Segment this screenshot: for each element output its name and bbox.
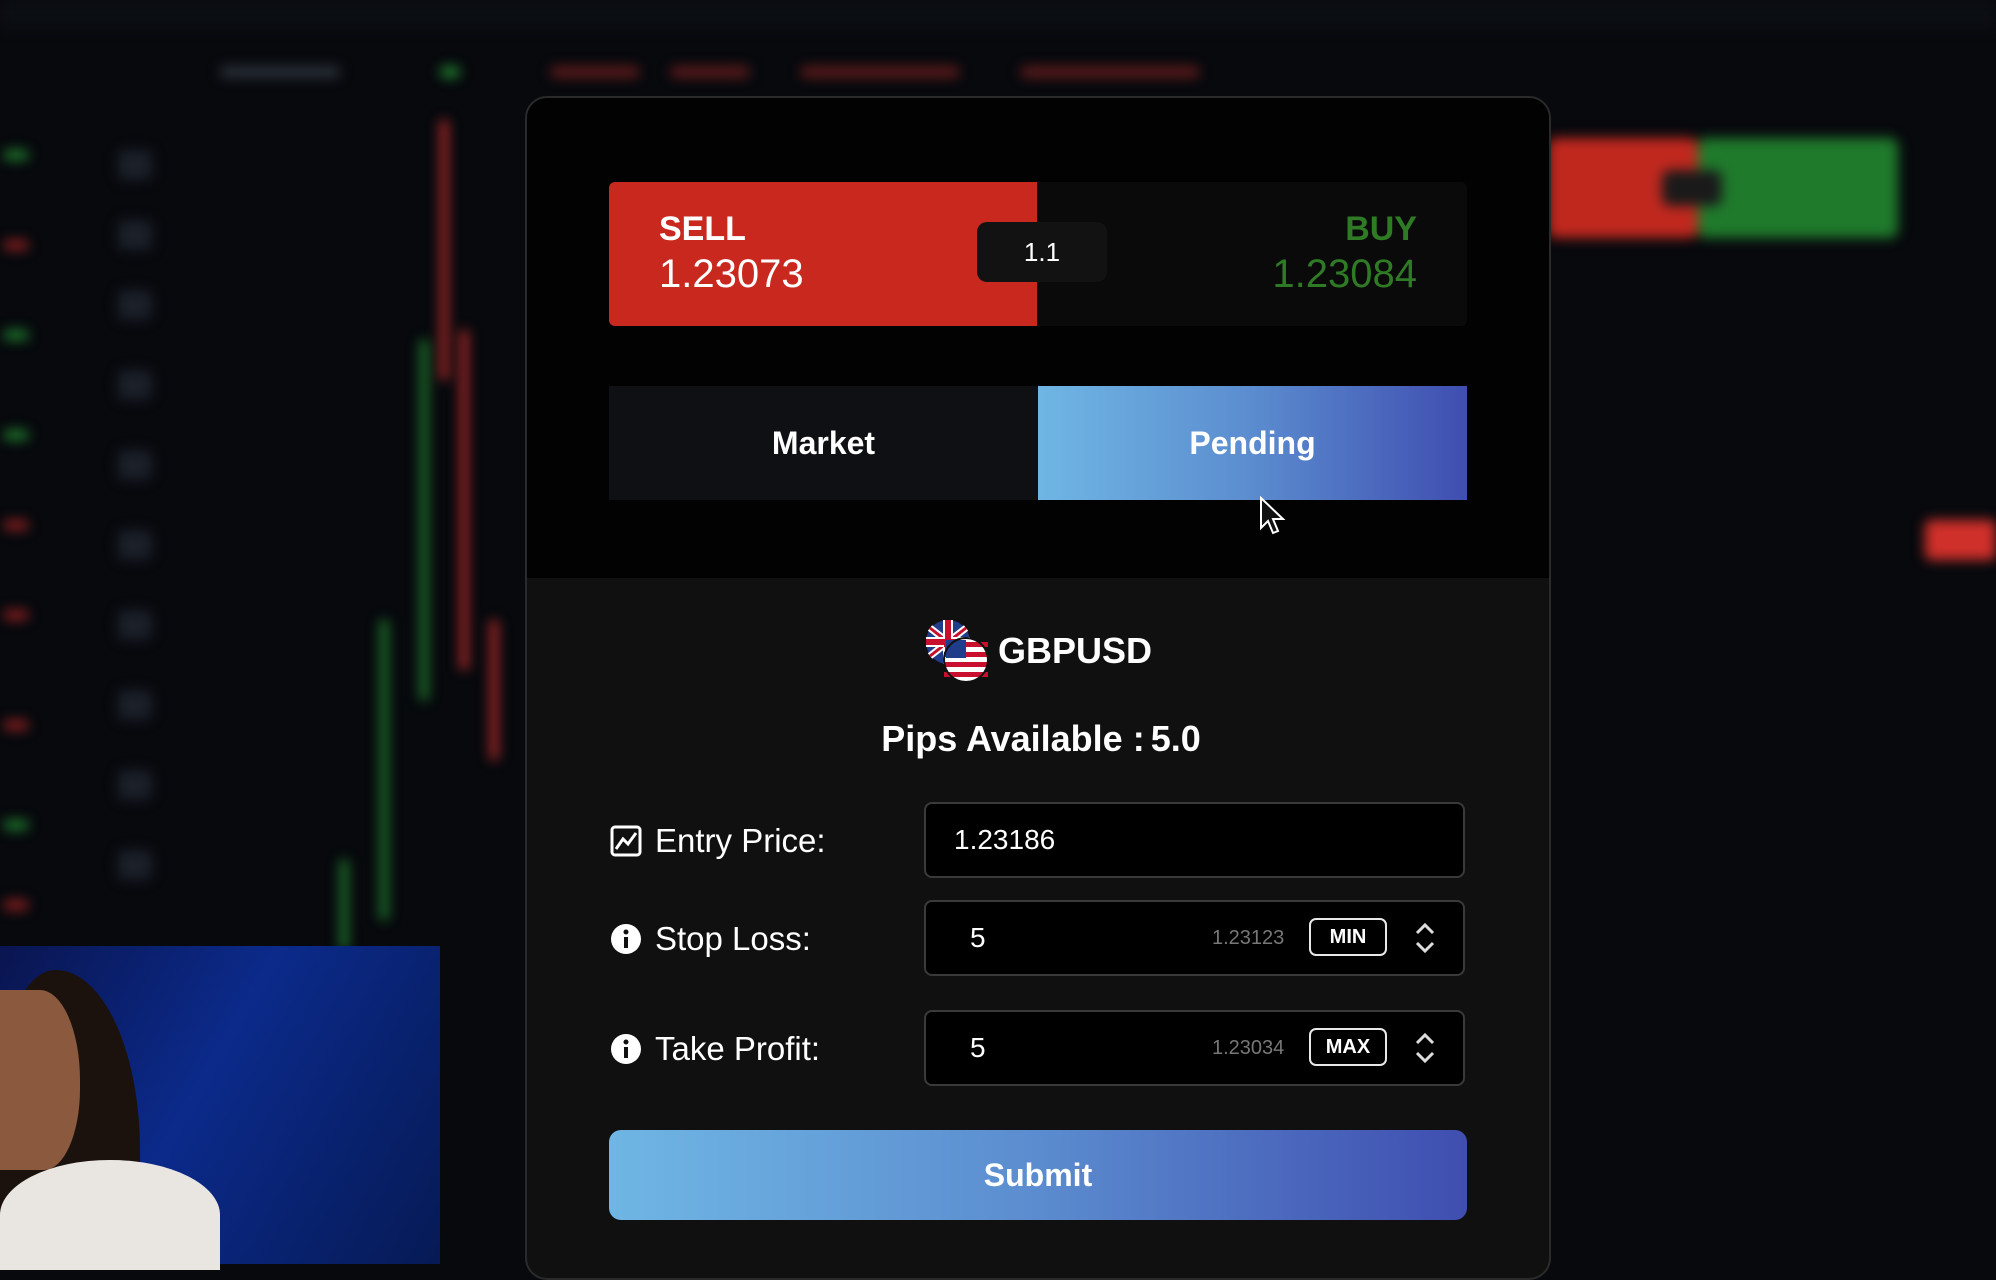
entry-price-input[interactable]: 1.23186 xyxy=(924,802,1465,878)
tab-pending[interactable]: Pending xyxy=(1038,386,1467,500)
info-icon xyxy=(609,922,643,956)
stepper-icon[interactable] xyxy=(1412,918,1438,958)
stop-loss-label: Stop Loss: xyxy=(655,920,811,957)
candle xyxy=(420,340,428,700)
candle xyxy=(490,620,498,760)
stepper-icon[interactable] xyxy=(1412,1028,1438,1068)
stop-loss-row: Stop Loss: 5 1.23123 MIN xyxy=(609,900,1467,978)
candle xyxy=(380,620,388,920)
tab-market[interactable]: Market xyxy=(609,386,1038,500)
buy-price: 1.23084 xyxy=(1272,252,1417,296)
mouse-cursor-icon xyxy=(1260,496,1286,535)
stop-loss-label-group: Stop Loss: xyxy=(609,900,811,978)
candle xyxy=(340,860,348,950)
take-profit-label: Take Profit: xyxy=(655,1030,821,1067)
pips-label: Pips Available : xyxy=(881,718,1145,759)
order-panel-header xyxy=(527,98,1549,578)
chart-spread-widget xyxy=(1662,170,1722,206)
buy-label: BUY xyxy=(1345,210,1417,248)
sell-price: 1.23073 xyxy=(659,252,804,296)
symbol-header: GBPUSD xyxy=(527,618,1549,684)
sell-button[interactable]: SELL 1.23073 xyxy=(609,182,1037,326)
pips-value: 5.0 xyxy=(1150,718,1201,759)
currency-pair-flags-icon xyxy=(925,620,989,683)
take-profit-label-group: Take Profit: xyxy=(609,1010,820,1088)
us-flag-icon xyxy=(942,637,989,683)
chart-topbar xyxy=(0,0,1996,30)
entry-price-value: 1.23186 xyxy=(954,824,1056,855)
order-type-tabs: Market Pending xyxy=(609,386,1467,500)
entry-price-row: Entry Price: 1.23186 xyxy=(609,802,1467,880)
chart-header-row xyxy=(200,62,1300,84)
entry-price-label: Entry Price: xyxy=(655,822,826,859)
chart-buy-widget xyxy=(1698,138,1898,238)
candle xyxy=(460,330,468,670)
min-button[interactable]: MIN xyxy=(1309,918,1387,956)
stop-loss-value: 5 xyxy=(970,922,986,953)
max-button[interactable]: MAX xyxy=(1309,1028,1387,1066)
stop-loss-input[interactable]: 5 1.23123 MIN xyxy=(924,900,1465,976)
trade-bar: SELL 1.23073 1.1 BUY 1.23084 xyxy=(609,182,1467,326)
submit-button[interactable]: Submit xyxy=(609,1130,1467,1220)
order-panel: SELL 1.23073 1.1 BUY 1.23084 Market Pend… xyxy=(525,96,1551,1280)
presenter-image xyxy=(0,970,230,1270)
stop-loss-price: 1.23123 xyxy=(1212,927,1285,949)
chart-price-marker xyxy=(1925,520,1996,560)
take-profit-value: 5 xyxy=(970,1032,986,1063)
symbol-name: GBPUSD xyxy=(997,630,1153,671)
info-icon xyxy=(609,1032,643,1066)
pips-available: Pips Available :5.0 xyxy=(527,718,1549,760)
chart-side-ticks xyxy=(0,40,40,940)
take-profit-row: Take Profit: 5 1.23034 MAX xyxy=(609,1010,1467,1088)
spread-badge: 1.1 xyxy=(977,222,1107,282)
sell-label: SELL xyxy=(659,210,746,248)
candle xyxy=(440,120,448,380)
chart-toolbar xyxy=(110,130,160,930)
take-profit-input[interactable]: 5 1.23034 MAX xyxy=(924,1010,1465,1086)
chart-icon xyxy=(609,824,643,858)
take-profit-price: 1.23034 xyxy=(1212,1037,1285,1059)
entry-price-label-group: Entry Price: xyxy=(609,802,826,880)
